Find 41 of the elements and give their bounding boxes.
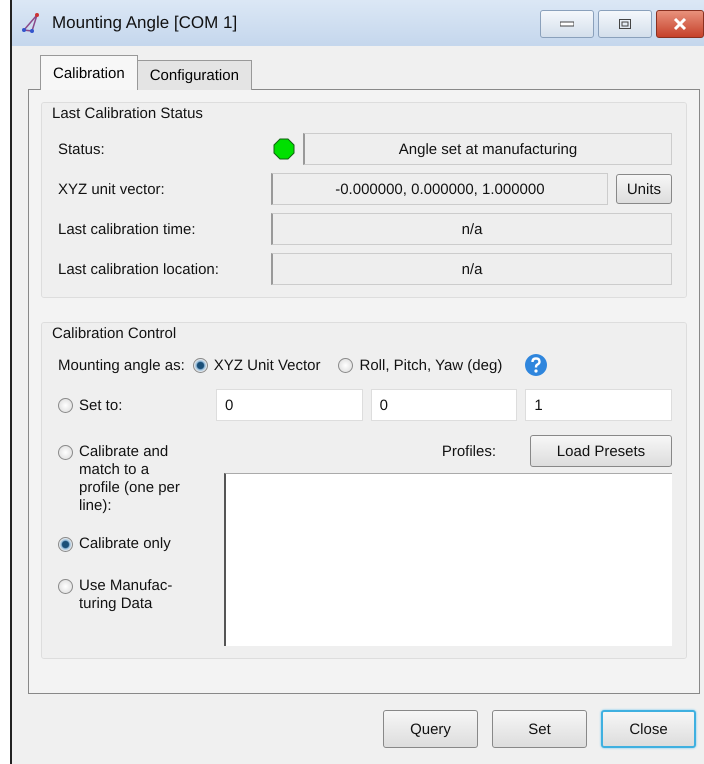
status-field: Angle set at manufacturing xyxy=(303,133,672,165)
radio-option[interactable]: Use Manufac- turing Data xyxy=(58,577,204,613)
radio-label: Calibrate only xyxy=(79,535,171,553)
radio-label: Use Manufac- turing Data xyxy=(79,577,172,613)
minimize-icon xyxy=(560,21,574,27)
radio-option[interactable]: XYZ Unit Vector xyxy=(192,356,320,374)
dialog-button[interactable]: Query xyxy=(383,710,478,748)
input-field[interactable]: 0 xyxy=(370,389,518,421)
restore-icon xyxy=(619,19,631,29)
close-button[interactable] xyxy=(656,10,704,38)
radio-label: Calibrate and match to a profile (one per line): xyxy=(79,443,180,515)
triangle-app-icon xyxy=(20,12,42,34)
input-field[interactable]: 1 xyxy=(525,389,672,421)
close-icon xyxy=(673,18,687,30)
radio-label: XYZ Unit Vector xyxy=(214,356,320,374)
field-label: Last calibration location: xyxy=(58,260,220,278)
field-label: Mounting angle as: xyxy=(58,356,185,374)
tab[interactable]: Calibration xyxy=(40,55,138,90)
dialog-button[interactable]: Close xyxy=(601,710,696,748)
time-field: n/a xyxy=(271,213,672,245)
group-title: Last Calibration Status xyxy=(52,105,203,122)
profiles-label: Profiles: xyxy=(442,442,496,460)
window-title: Mounting Angle [COM 1] xyxy=(52,13,238,33)
vector-field: -0.000000, 0.000000, 1.000000 xyxy=(271,173,608,205)
field-label: XYZ unit vector: xyxy=(58,180,166,198)
units-button[interactable]: Units xyxy=(616,174,672,204)
radio-label: Set to: xyxy=(79,396,122,414)
dialog-button[interactable]: Set xyxy=(492,710,587,748)
radio-option[interactable]: Calibrate only xyxy=(58,535,204,553)
help-icon[interactable] xyxy=(524,353,548,377)
field-label: Last calibration time: xyxy=(58,220,197,238)
tab[interactable]: Configuration xyxy=(136,60,252,90)
location-field: n/a xyxy=(271,253,672,285)
group-title: Calibration Control xyxy=(52,325,176,342)
radio-option[interactable]: Set to: xyxy=(58,396,208,414)
load-presets-button[interactable]: Load Presets xyxy=(530,435,672,467)
minimize-button[interactable] xyxy=(540,10,594,38)
field-label: Status: xyxy=(58,140,106,158)
radio-option[interactable]: Calibrate and match to a profile (one per line): xyxy=(58,443,204,515)
restore-button[interactable] xyxy=(598,10,652,38)
input-field[interactable]: 0 xyxy=(216,389,363,421)
